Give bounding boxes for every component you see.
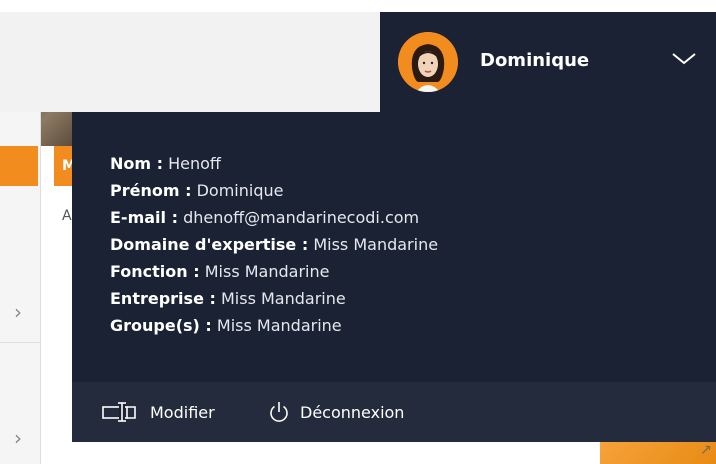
- info-value: Miss Mandarine: [216, 316, 342, 335]
- user-info-dropdown: Nom : Henoff Prénom : Dominique E-mail :…: [72, 112, 716, 442]
- edit-field-icon: [102, 402, 136, 422]
- info-value: Henoff: [168, 154, 221, 173]
- info-value: Dominique: [196, 181, 284, 200]
- logout-button[interactable]: Déconnexion: [268, 398, 404, 426]
- info-row-nom: Nom : Henoff: [110, 150, 438, 177]
- avatar: [398, 32, 458, 92]
- info-label: Prénom :: [110, 181, 192, 200]
- dropdown-footer: Modifier Déconnexion: [72, 382, 716, 442]
- info-row-entreprise: Entreprise : Miss Mandarine: [110, 285, 438, 312]
- info-value: Miss Mandarine: [204, 262, 330, 281]
- info-value: dhenoff@mandarinecodi.com: [183, 208, 420, 227]
- info-label: E-mail :: [110, 208, 178, 227]
- user-name: Dominique: [480, 50, 590, 71]
- info-row-groupes: Groupe(s) : Miss Mandarine: [110, 312, 438, 339]
- info-row-fonction: Fonction : Miss Mandarine: [110, 258, 438, 285]
- decorative-mark: ↗: [700, 442, 712, 458]
- info-row-domaine: Domaine d'expertise : Miss Mandarine: [110, 231, 438, 258]
- info-row-prenom: Prénom : Dominique: [110, 177, 438, 204]
- info-label: Groupe(s) :: [110, 316, 212, 335]
- edit-label: Modifier: [150, 402, 215, 422]
- info-row-email: E-mail : dhenoff@mandarinecodi.com: [110, 204, 438, 231]
- app-topbar: [0, 0, 380, 112]
- info-value: Miss Mandarine: [313, 235, 439, 254]
- info-label: Entreprise :: [110, 289, 216, 308]
- orange-tab: [0, 146, 38, 186]
- info-label: Nom :: [110, 154, 164, 173]
- orange-tab-heading: M: [54, 146, 74, 186]
- content-text-partial: A: [62, 208, 72, 224]
- user-info-list: Nom : Henoff Prénom : Dominique E-mail :…: [110, 150, 438, 339]
- info-label: Domaine d'expertise :: [110, 235, 309, 254]
- info-value: Miss Mandarine: [220, 289, 346, 308]
- decorative-banner: ↗: [600, 440, 716, 464]
- chevron-right-icon[interactable]: ›: [14, 300, 22, 324]
- logout-label: Déconnexion: [300, 402, 405, 422]
- chevron-right-icon[interactable]: ›: [14, 426, 22, 450]
- user-menu-header[interactable]: Dominique: [380, 12, 716, 112]
- chevron-down-icon[interactable]: [670, 48, 698, 68]
- edit-button[interactable]: Modifier: [102, 398, 215, 426]
- info-label: Fonction :: [110, 262, 200, 281]
- divider: [0, 342, 40, 343]
- power-icon: [270, 402, 288, 422]
